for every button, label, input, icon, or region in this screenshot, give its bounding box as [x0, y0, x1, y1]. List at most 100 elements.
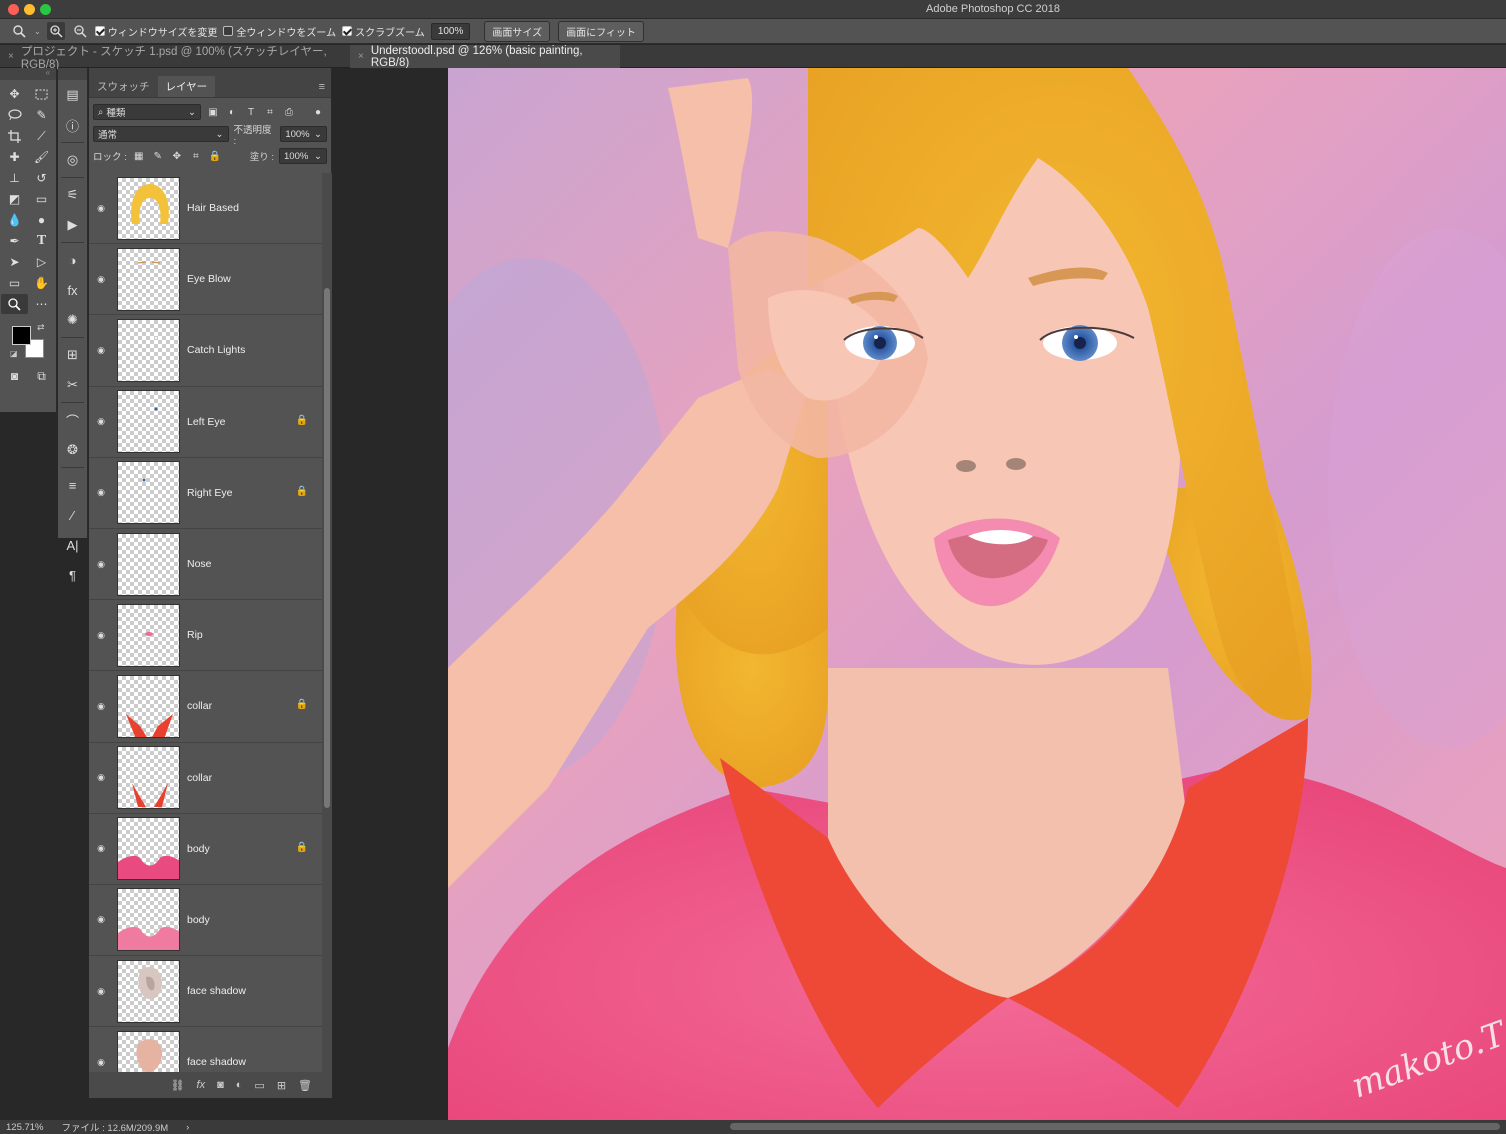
foreground-color[interactable]: [12, 326, 31, 345]
info-panel-icon[interactable]: ⓘ: [58, 110, 87, 140]
clone-source-icon[interactable]: ⊞: [58, 340, 87, 370]
tab-understoodl[interactable]: × Understoodl.psd @ 126% (basic painting…: [350, 45, 620, 69]
layer-row[interactable]: ◉ Right Eye 🔒: [89, 458, 322, 529]
channels-panel-icon[interactable]: ◎: [58, 145, 87, 175]
zoom-icon[interactable]: [1, 294, 28, 314]
actions-play-icon[interactable]: ▶: [58, 210, 87, 240]
layer-row[interactable]: ◉ body: [89, 885, 322, 957]
type-icon[interactable]: T: [28, 231, 55, 251]
filter-pixel-icon[interactable]: ▣: [206, 105, 220, 119]
chevron-down-icon[interactable]: ⌄: [34, 27, 41, 36]
eye-icon[interactable]: ◉: [89, 274, 113, 285]
layers-scrollbar[interactable]: [322, 173, 332, 1073]
brush-icon[interactable]: 🖌: [28, 147, 55, 167]
zoom-tool-preset-icon[interactable]: [10, 22, 28, 40]
path-selection-icon[interactable]: ➤: [1, 252, 28, 272]
lock-transparent-icon[interactable]: ▦: [132, 149, 146, 163]
clone-stamp-icon[interactable]: ⊥: [1, 168, 28, 188]
filter-adjustment-icon[interactable]: ◐: [225, 105, 239, 119]
layer-row[interactable]: ◉ body 🔒: [89, 814, 322, 885]
trash-icon[interactable]: 🗑: [298, 1079, 312, 1092]
blend-mode-select[interactable]: 通常 ⌄: [93, 126, 229, 142]
close-tab-icon[interactable]: ×: [8, 51, 14, 62]
zoom-percent-button[interactable]: 100%: [430, 22, 471, 40]
layer-row[interactable]: ◉ collar 🔒: [89, 671, 322, 743]
gradient-icon[interactable]: ▭: [28, 189, 55, 209]
adjustments-panel-icon[interactable]: ◑: [58, 245, 87, 275]
layer-row[interactable]: ◉ face shadow: [89, 956, 322, 1028]
blur-icon[interactable]: 💧: [1, 210, 28, 230]
eye-icon[interactable]: ◉: [89, 630, 113, 641]
adjustment-icon[interactable]: ◐: [236, 1079, 243, 1091]
more-tools-icon[interactable]: ⋯: [28, 294, 55, 314]
tab-project-sketch[interactable]: × プロジェクト - スケッチ 1.psd @ 100% (スケッチレイヤー, …: [0, 45, 350, 71]
marquee-icon[interactable]: [28, 84, 55, 104]
scrubby-zoom-checkbox[interactable]: スクラブズーム: [342, 24, 425, 39]
brush-settings-icon[interactable]: ⚟: [58, 180, 87, 210]
panel-collapse-icon[interactable]: «: [0, 68, 56, 80]
fx-icon[interactable]: fx: [197, 1079, 206, 1091]
pen-icon[interactable]: ✒: [1, 231, 28, 251]
move-icon[interactable]: ✥: [1, 84, 28, 104]
eye-icon[interactable]: ◉: [89, 986, 113, 997]
fit-screen-button[interactable]: 画面にフィット: [558, 20, 644, 42]
lasso-icon[interactable]: [1, 105, 28, 125]
zoom-all-windows-checkbox[interactable]: 全ウィンドウをズーム: [223, 24, 336, 39]
styles-panel-icon[interactable]: fx: [58, 275, 87, 305]
actual-pixels-button[interactable]: 画面サイズ: [484, 20, 551, 42]
eye-icon[interactable]: ◉: [89, 345, 113, 356]
mask-icon[interactable]: ◙: [217, 1079, 224, 1091]
layer-row[interactable]: ◉ Catch Lights: [89, 315, 322, 387]
lock-position-icon[interactable]: ✥: [170, 149, 184, 163]
close-tab-icon[interactable]: ×: [358, 51, 364, 62]
new-layer-icon[interactable]: ⊞: [277, 1079, 286, 1092]
layer-row[interactable]: ◉ Left Eye 🔒: [89, 387, 322, 458]
screen-mode-icon[interactable]: ⧉: [28, 366, 55, 386]
properties-panel-icon[interactable]: ✺: [58, 305, 87, 335]
eye-icon[interactable]: ◉: [89, 1057, 113, 1068]
eye-icon[interactable]: ◉: [89, 914, 113, 925]
link-icon[interactable]: ⛓: [171, 1079, 185, 1092]
eye-icon[interactable]: ◉: [89, 203, 113, 214]
layer-row[interactable]: ◉ face shadow: [89, 1027, 322, 1073]
eye-icon[interactable]: ◉: [89, 843, 113, 854]
healing-brush-icon[interactable]: ✚: [1, 147, 28, 167]
zoom-in-icon[interactable]: [46, 22, 65, 40]
crop-icon[interactable]: [1, 126, 28, 146]
lock-image-icon[interactable]: ✎: [151, 149, 165, 163]
layer-row[interactable]: ◉ Rip: [89, 600, 322, 672]
layer-row[interactable]: ◉ Nose: [89, 529, 322, 601]
rectangle-shape-icon[interactable]: ▭: [1, 273, 28, 293]
direct-selection-icon[interactable]: ▷: [28, 252, 55, 272]
layer-filter-select[interactable]: ⌕ 種類 ⌄: [93, 104, 201, 120]
lock-all-icon[interactable]: 🔒: [208, 149, 222, 163]
tab-layers[interactable]: レイヤー: [157, 76, 216, 97]
tool-presets-icon[interactable]: ≡: [58, 470, 87, 500]
dodge-icon[interactable]: ●: [28, 210, 55, 230]
document-canvas[interactable]: makoto.T: [448, 68, 1506, 1120]
default-colors-icon[interactable]: ◪: [10, 349, 18, 358]
character-panel-icon[interactable]: A|: [58, 530, 87, 560]
eye-icon[interactable]: ◉: [89, 701, 113, 712]
color-swatches[interactable]: ⇄ ◪: [0, 320, 56, 364]
chevron-right-icon[interactable]: ›: [186, 1122, 189, 1133]
paragraph-panel-icon[interactable]: ¶: [58, 560, 87, 590]
filter-type-icon[interactable]: T: [244, 105, 258, 119]
filter-toggle-icon[interactable]: ●: [311, 105, 325, 119]
tab-swatches[interactable]: スウォッチ: [89, 76, 158, 97]
horizontal-scrollbar[interactable]: [730, 1123, 1500, 1130]
hand-icon[interactable]: ✋: [28, 273, 55, 293]
paths-panel-icon[interactable]: ⌒: [58, 405, 87, 435]
eyedropper-icon[interactable]: ⟋: [28, 126, 55, 146]
history-brush-icon[interactable]: ↺: [28, 168, 55, 188]
zoom-level[interactable]: 125.71%: [6, 1122, 44, 1133]
quick-selection-icon[interactable]: ✎: [28, 105, 55, 125]
color-panel-icon[interactable]: ❂: [58, 435, 87, 465]
eye-icon[interactable]: ◉: [89, 487, 113, 498]
zoom-out-icon[interactable]: [71, 22, 89, 40]
opacity-field[interactable]: 100% ⌄: [280, 126, 327, 142]
layer-row[interactable]: ◉ collar: [89, 743, 322, 814]
eye-icon[interactable]: ◉: [89, 559, 113, 570]
eye-icon[interactable]: ◉: [89, 772, 113, 783]
layer-row[interactable]: ◉ Eye Blow: [89, 244, 322, 316]
